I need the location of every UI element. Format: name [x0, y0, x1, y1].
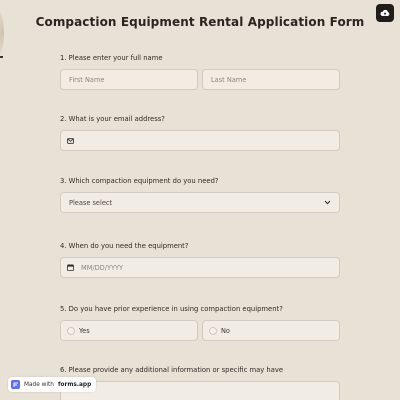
select-value: Please select [69, 198, 113, 207]
email-input[interactable] [60, 130, 340, 151]
question-date: 4. When do you need the equipment? MM/DD… [60, 242, 340, 278]
option-no[interactable]: No [202, 320, 340, 341]
edge-mark [0, 56, 3, 58]
form-title: Compaction Equipment Rental Application … [35, 15, 365, 29]
calendar-icon [67, 264, 74, 271]
option-yes[interactable]: Yes [60, 320, 198, 341]
question-label: 3. Which compaction equipment do you nee… [60, 177, 219, 185]
question-label: 4. When do you need the equipment? [60, 242, 189, 250]
additional-info-textarea[interactable] [60, 381, 340, 400]
last-name-input[interactable]: Last Name [202, 69, 340, 90]
last-name-placeholder: Last Name [211, 75, 247, 84]
name-row: First Name Last Name [60, 69, 340, 90]
question-label: 6. Please provide any additional informa… [60, 366, 284, 374]
made-with-badge[interactable]: Made with forms.app [8, 377, 97, 392]
question-equipment: 3. Which compaction equipment do you nee… [60, 177, 340, 213]
equipment-select[interactable]: Please select [60, 192, 340, 213]
radio-no[interactable] [209, 326, 217, 335]
date-input[interactable]: MM/DD/YYYY [60, 257, 340, 278]
question-label: 1. Please enter your full name [60, 54, 163, 62]
option-no-label: No [221, 326, 230, 335]
experience-options: Yes No [60, 320, 340, 341]
date-placeholder: MM/DD/YYYY [81, 263, 124, 272]
made-with-text: Made with [24, 381, 54, 388]
first-name-placeholder: First Name [69, 75, 105, 84]
question-full-name: 1. Please enter your full name First Nam… [60, 54, 340, 90]
brand-name: forms.app [57, 381, 92, 388]
question-additional-info: 6. Please provide any additional informa… [60, 366, 340, 400]
forms-app-logo-icon [11, 380, 20, 389]
option-yes-label: Yes [79, 326, 90, 335]
question-label: 5. Do you have prior experience in using… [60, 305, 283, 313]
envelope-icon [67, 137, 74, 144]
logo-mark-icon [13, 382, 18, 387]
chevron-down-icon [324, 200, 331, 205]
radio-yes[interactable] [67, 326, 75, 335]
question-email: 2. What is your email address? [60, 115, 340, 151]
first-name-input[interactable]: First Name [60, 69, 198, 90]
question-label: 2. What is your email address? [60, 115, 165, 123]
question-experience: 5. Do you have prior experience in using… [60, 305, 340, 341]
form-page: Compaction Equipment Rental Application … [0, 0, 400, 400]
